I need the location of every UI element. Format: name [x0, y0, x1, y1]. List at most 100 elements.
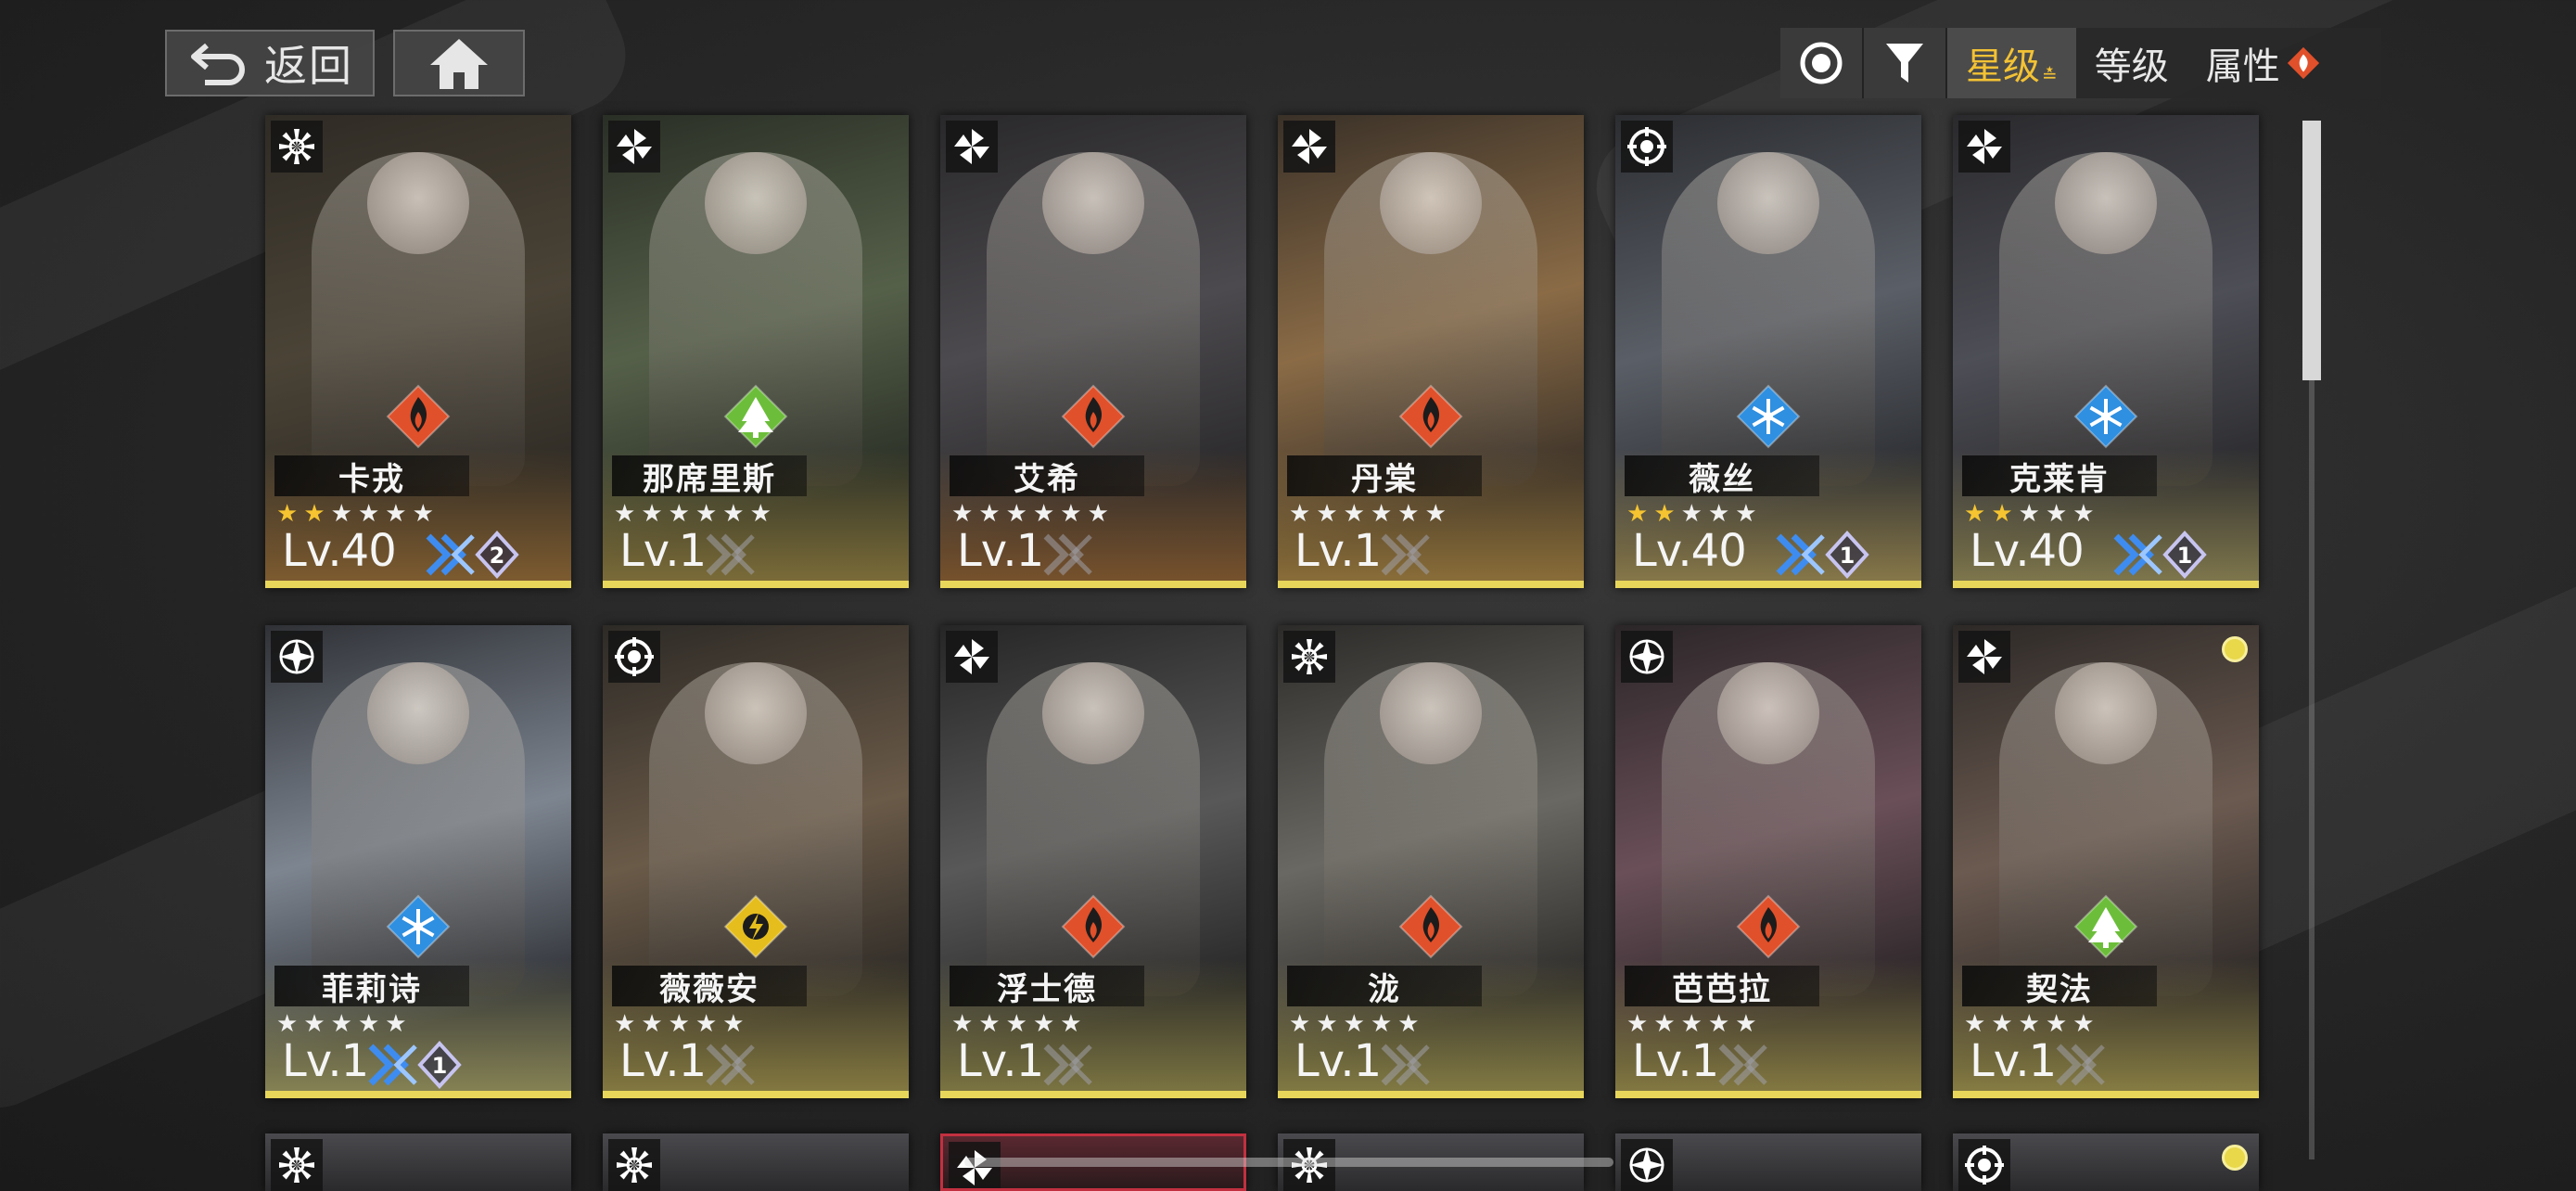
- fire-element-icon: [1398, 894, 1463, 959]
- star-icon: ★: [695, 500, 718, 528]
- rank-badge: 1: [1825, 531, 1869, 579]
- scrollbar-thumb[interactable]: [2302, 121, 2321, 380]
- star-icon: ★: [1005, 1010, 1027, 1038]
- rarity-stars: ★ ★ ★ ★ ★ ★: [276, 500, 434, 528]
- star-icon: ★: [1343, 500, 1365, 528]
- horizontal-scroll-indicator: [964, 1158, 1613, 1167]
- svg-text:1: 1: [1840, 543, 1855, 569]
- star-icon: ★: [1680, 500, 1702, 528]
- card-rarity-strip: [265, 581, 571, 588]
- star-icon: ★: [385, 500, 407, 528]
- home-button[interactable]: [393, 30, 525, 96]
- back-button[interactable]: 返回: [165, 30, 375, 96]
- insight-x-icon: [1042, 1041, 1094, 1089]
- toggle-view-button[interactable]: [1780, 28, 1864, 98]
- rarity-stars: ★ ★ ★ ★ ★: [1626, 1010, 1757, 1038]
- character-card[interactable]: 菲莉诗 ★ ★ ★ ★ ★ Lv.1 1: [265, 625, 571, 1098]
- character-card-partial[interactable]: [1953, 1133, 2259, 1191]
- insight-x-icon: [1380, 531, 1432, 579]
- star-icon: ★: [978, 500, 1001, 528]
- character-card-partial[interactable]: [603, 1133, 909, 1191]
- thunder-element-icon: [723, 894, 788, 959]
- insight-x-icon: [367, 1041, 419, 1089]
- filter-button[interactable]: [1864, 28, 1947, 98]
- rarity-stars: ★ ★ ★ ★ ★: [276, 1010, 407, 1038]
- character-head: [705, 662, 807, 764]
- character-card[interactable]: 浮士德 ★ ★ ★ ★ ★ Lv.1: [940, 625, 1246, 1098]
- character-name: 丹棠: [1287, 455, 1482, 498]
- svg-text:1: 1: [2177, 543, 2193, 569]
- card-rarity-strip: [603, 581, 909, 588]
- rank-badge: 1: [417, 1041, 462, 1089]
- character-card[interactable]: 泷 ★ ★ ★ ★ ★ Lv.1: [1278, 625, 1584, 1098]
- character-level: Lv.40: [1632, 525, 1747, 577]
- rarity-stars: ★ ★ ★ ★ ★: [1964, 1010, 2095, 1038]
- star-icon: ★: [722, 500, 745, 528]
- star-icon: ★: [303, 500, 325, 528]
- insight-x-icon: [1042, 531, 1094, 579]
- filter-icon: [1886, 44, 1923, 83]
- star-icon: ★: [1289, 500, 1311, 528]
- pinwheel-icon: [608, 121, 660, 173]
- star-icon: ★: [695, 1010, 718, 1038]
- character-card[interactable]: 薇薇安 ★ ★ ★ ★ ★ Lv.1: [603, 625, 909, 1098]
- rarity-stars: ★ ★ ★ ★ ★: [614, 1010, 745, 1038]
- character-card[interactable]: 卡戎 ★ ★ ★ ★ ★ ★ Lv.40 2: [265, 115, 571, 588]
- star-icon: ★: [1424, 500, 1447, 528]
- star-icon: ★: [749, 500, 772, 528]
- star-icon: ★: [2018, 500, 2040, 528]
- insight-x-icon: [1717, 1041, 1769, 1089]
- star-icon: ★: [2072, 1010, 2095, 1038]
- rarity-stars: ★ ★ ★ ★ ★: [951, 1010, 1082, 1038]
- character-head: [1380, 662, 1482, 764]
- sort-by-attribute-button[interactable]: 属性: [2187, 28, 2340, 98]
- card-rarity-strip: [1953, 581, 2259, 588]
- fire-element-icon: [1061, 384, 1126, 449]
- nature-element-icon: [2073, 894, 2138, 959]
- crosshair-icon: [1958, 1139, 2010, 1191]
- back-arrow-icon: [191, 43, 245, 85]
- character-level: Lv.1: [1970, 1035, 2057, 1087]
- pinwheel-icon: [1958, 631, 2010, 683]
- character-card[interactable]: 艾希 ★ ★ ★ ★ ★ ★ Lv.1: [940, 115, 1246, 588]
- compass-icon: [1621, 1139, 1673, 1191]
- character-card-partial[interactable]: [1615, 1133, 1921, 1191]
- star-icon: ★: [2045, 1010, 2068, 1038]
- character-name: 薇丝: [1625, 455, 1819, 498]
- crosshair-icon: [608, 631, 660, 683]
- card-rarity-strip: [940, 1091, 1246, 1098]
- character-card[interactable]: 丹棠 ★ ★ ★ ★ ★ ★ Lv.1: [1278, 115, 1584, 588]
- character-card[interactable]: 芭芭拉 ★ ★ ★ ★ ★ Lv.1: [1615, 625, 1921, 1098]
- character-card[interactable]: 那席里斯 ★ ★ ★ ★ ★ ★ Lv.1: [603, 115, 909, 588]
- pinwheel-icon: [946, 121, 998, 173]
- star-icon: ★: [303, 1010, 325, 1038]
- star-icon: ★: [978, 1010, 1001, 1038]
- fire-element-icon: [1061, 894, 1126, 959]
- star-icon: ★: [1005, 500, 1027, 528]
- character-card[interactable]: 薇丝 ★ ★ ★ ★ ★ Lv.40 1: [1615, 115, 1921, 588]
- star-icon: ★: [2072, 500, 2095, 528]
- character-card[interactable]: 契法 ★ ★ ★ ★ ★ Lv.1: [1953, 625, 2259, 1098]
- star-icon: ★: [330, 1010, 352, 1038]
- card-rarity-strip: [1278, 1091, 1584, 1098]
- character-card-partial[interactable]: [265, 1133, 571, 1191]
- sort-filter-bar: 星级 ≛ 等级 属性: [1780, 28, 2381, 98]
- sort-by-rarity-button[interactable]: 星级 ≛: [1947, 28, 2076, 98]
- new-indicator-dot: [2222, 636, 2248, 662]
- star-icon: ★: [1735, 500, 1757, 528]
- home-icon: [430, 39, 488, 89]
- rarity-stars: ★ ★ ★ ★ ★ ★: [951, 500, 1109, 528]
- card-rarity-strip: [265, 1091, 571, 1098]
- character-name: 菲莉诗: [274, 966, 469, 1008]
- character-card[interactable]: 克莱肯 ★ ★ ★ ★ ★ Lv.40 1: [1953, 115, 2259, 588]
- rarity-stars: ★ ★ ★ ★ ★ ★: [614, 500, 772, 528]
- attribute-fire-icon: [2287, 46, 2319, 80]
- back-button-label: 返回: [264, 41, 353, 91]
- character-head: [1717, 662, 1819, 764]
- svg-text:2: 2: [490, 543, 505, 569]
- sort-by-level-button[interactable]: 等级: [2076, 28, 2187, 98]
- star-icon: ★: [1626, 500, 1649, 528]
- character-head: [367, 662, 469, 764]
- star-icon: ★: [1964, 500, 1986, 528]
- compass-icon: [1621, 631, 1673, 683]
